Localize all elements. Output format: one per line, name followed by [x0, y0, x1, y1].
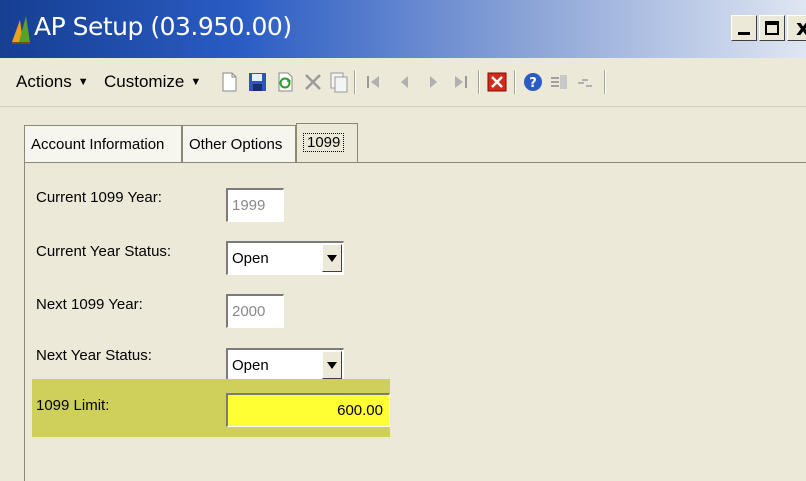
- 1099-limit-label: 1099 Limit:: [36, 397, 110, 414]
- help-icon[interactable]: ?: [522, 70, 544, 94]
- 1099-limit-field[interactable]: 600.00: [226, 393, 390, 427]
- tab-other-options[interactable]: Other Options: [182, 125, 296, 162]
- tab-1099[interactable]: 1099: [296, 123, 358, 163]
- chevron-down-icon[interactable]: [322, 351, 342, 379]
- next-record-icon[interactable]: [422, 70, 444, 94]
- toolbar-separator: [478, 70, 480, 94]
- toolbar-separator: [514, 70, 516, 94]
- svg-text:?: ?: [529, 76, 537, 91]
- chevron-down-icon[interactable]: [322, 244, 342, 272]
- last-record-icon[interactable]: [450, 70, 472, 94]
- actions-menu[interactable]: Actions ▼: [16, 72, 89, 92]
- tab-account-information[interactable]: Account Information: [24, 125, 182, 162]
- tab-label: Account Information: [31, 136, 165, 153]
- current-1099-year-field: 1999: [226, 188, 284, 222]
- actions-dropdown-icon: ▼: [77, 76, 89, 88]
- app-logo-icon: [12, 16, 30, 44]
- toolbar: Actions ▼ Customize ▼ ?: [0, 58, 806, 107]
- cancel-icon[interactable]: [486, 70, 508, 94]
- next-year-status-value: Open: [232, 357, 269, 374]
- close-icon: x: [796, 16, 806, 41]
- next-year-status-label: Next Year Status:: [36, 347, 152, 364]
- new-icon[interactable]: [218, 70, 240, 94]
- current-year-status-label: Current Year Status:: [36, 243, 172, 260]
- customize-menu[interactable]: Customize ▼: [104, 72, 201, 92]
- next-1099-year-field: 2000: [226, 294, 284, 328]
- current-year-status-select[interactable]: Open: [226, 241, 344, 275]
- next-year-status-select[interactable]: Open: [226, 348, 344, 382]
- toolbar-separator: [354, 70, 356, 94]
- 1099-limit-value: 600.00: [337, 402, 383, 419]
- customize-dropdown-icon: ▼: [190, 76, 202, 88]
- copy-icon[interactable]: [328, 70, 350, 94]
- title-bar[interactable]: AP Setup (03.950.00) x: [0, 0, 806, 58]
- close-button[interactable]: x: [787, 15, 806, 41]
- delete-icon[interactable]: [302, 70, 324, 94]
- current-1099-year-value: 1999: [232, 197, 266, 214]
- current-year-status-value: Open: [232, 250, 269, 267]
- ap-setup-window: AP Setup (03.950.00) x Actions ▼ Customiz…: [0, 0, 806, 481]
- save-icon[interactable]: [246, 70, 268, 94]
- tab-label: Other Options: [189, 136, 283, 153]
- minimize-icon: [738, 32, 750, 35]
- tab-label: 1099: [303, 133, 345, 152]
- maximize-button[interactable]: [759, 15, 785, 41]
- first-record-icon[interactable]: [362, 70, 384, 94]
- toolbar-separator: [604, 70, 606, 94]
- customize-menu-label: Customize: [104, 72, 185, 91]
- previous-record-icon[interactable]: [394, 70, 416, 94]
- current-1099-year-label: Current 1099 Year:: [36, 189, 162, 206]
- window-controls: x: [731, 15, 806, 43]
- note-icon[interactable]: [548, 70, 570, 94]
- minimize-button[interactable]: [731, 15, 757, 41]
- actions-menu-label: Actions: [16, 72, 72, 91]
- link-icon[interactable]: [574, 70, 596, 94]
- maximize-icon: [765, 21, 779, 35]
- next-1099-year-label: Next 1099 Year:: [36, 296, 143, 313]
- refresh-icon[interactable]: [274, 70, 296, 94]
- window-title: AP Setup (03.950.00): [34, 12, 292, 41]
- next-1099-year-value: 2000: [232, 303, 266, 320]
